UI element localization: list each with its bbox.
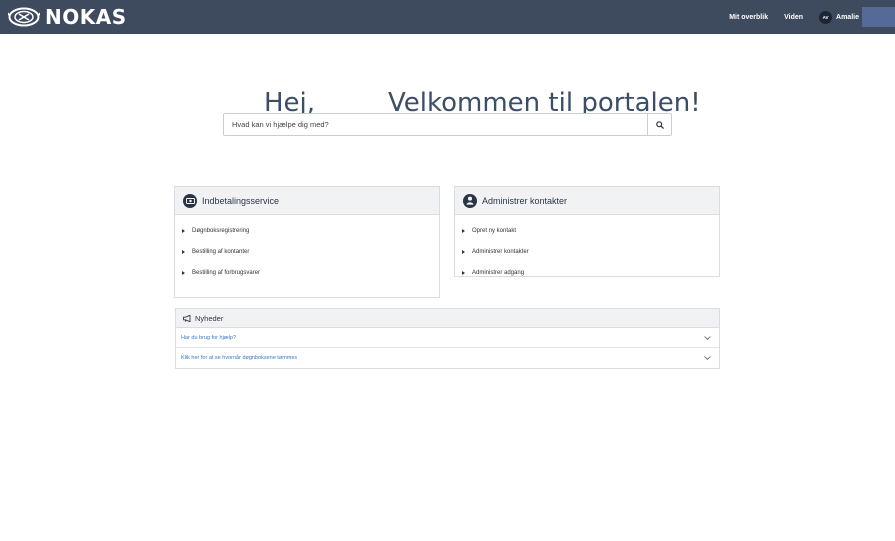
chevron-down-icon[interactable] xyxy=(704,356,711,360)
card-header: Administrer kontakter xyxy=(455,187,719,215)
user-name: Amalie xyxy=(836,13,859,21)
megaphone-icon xyxy=(183,314,191,322)
news-item-link[interactable]: Har du brug for hjælp? xyxy=(181,335,236,341)
news-item[interactable]: Har du brug for hjælp? xyxy=(176,328,719,348)
user-menu[interactable]: AV Amalie xyxy=(819,7,895,27)
search-button[interactable] xyxy=(647,114,671,135)
user-menu-toggle[interactable] xyxy=(862,7,895,27)
list-item[interactable]: Døgnboksregistrering xyxy=(175,220,439,241)
list-item-label: Bestilling af forbrugsvarer xyxy=(192,269,261,276)
nokas-logo[interactable]: NOKAS xyxy=(8,5,127,29)
news-item[interactable]: Klik her for at se hvornår døgnboksene t… xyxy=(176,348,719,368)
list-item-label: Administrer kontakter xyxy=(472,248,529,255)
list-item[interactable]: Administrer adgang xyxy=(455,262,719,283)
nav-mit-overblik[interactable]: Mit overblik xyxy=(729,14,768,21)
card-item-list: Døgnboksregistrering Bestilling af konta… xyxy=(175,215,439,283)
top-nav: Mit overblik Viden AV Amalie xyxy=(729,0,895,34)
nav-viden[interactable]: Viden xyxy=(784,14,803,21)
card-administrer-kontakter: Administrer kontakter Opret ny kontakt A… xyxy=(454,186,720,277)
list-item-label: Administrer adgang xyxy=(472,269,525,276)
list-item[interactable]: Administrer kontakter xyxy=(455,241,719,262)
nokas-logo-icon xyxy=(8,7,40,27)
news-item-link[interactable]: Klik her for at se hvornår døgnboksene t… xyxy=(181,355,297,361)
search-icon xyxy=(655,120,664,129)
list-item-label: Døgnboksregistrering xyxy=(192,227,250,234)
avatar: AV xyxy=(819,10,833,24)
list-item[interactable]: Bestilling af forbrugsvarer xyxy=(175,262,439,283)
caret-right-icon xyxy=(462,228,465,233)
card-item-list: Opret ny kontakt Administrer kontakter A… xyxy=(455,215,719,283)
search-input[interactable] xyxy=(224,114,648,135)
card-indbetalingsservice: Indbetalingsservice Døgnboksregistrering… xyxy=(174,186,440,298)
list-item-label: Bestilling af kontanter xyxy=(192,248,250,255)
news-title: Nyheder xyxy=(195,313,224,323)
search-box xyxy=(223,113,672,136)
card-title: Indbetalingsservice xyxy=(202,195,280,206)
card-header: Indbetalingsservice xyxy=(175,187,439,215)
news-panel: Nyheder Har du brug for hjælp? Klik her … xyxy=(175,308,720,369)
list-item-label: Opret ny kontakt xyxy=(472,227,517,234)
list-item[interactable]: Bestilling af kontanter xyxy=(175,241,439,262)
news-header: Nyheder xyxy=(176,309,719,328)
caret-right-icon xyxy=(182,228,185,233)
chevron-down-icon[interactable] xyxy=(704,335,711,340)
card-title: Administrer kontakter xyxy=(482,195,568,206)
caret-right-icon xyxy=(462,270,465,275)
caret-right-icon xyxy=(182,249,185,254)
brand-name: NOKAS xyxy=(45,5,127,29)
list-item[interactable]: Opret ny kontakt xyxy=(455,220,719,241)
top-navigation-bar: NOKAS Mit overblik Viden AV Amalie xyxy=(0,0,895,34)
user-icon xyxy=(463,193,477,208)
caret-right-icon xyxy=(182,270,185,275)
money-icon xyxy=(183,193,197,208)
caret-right-icon xyxy=(462,249,465,254)
